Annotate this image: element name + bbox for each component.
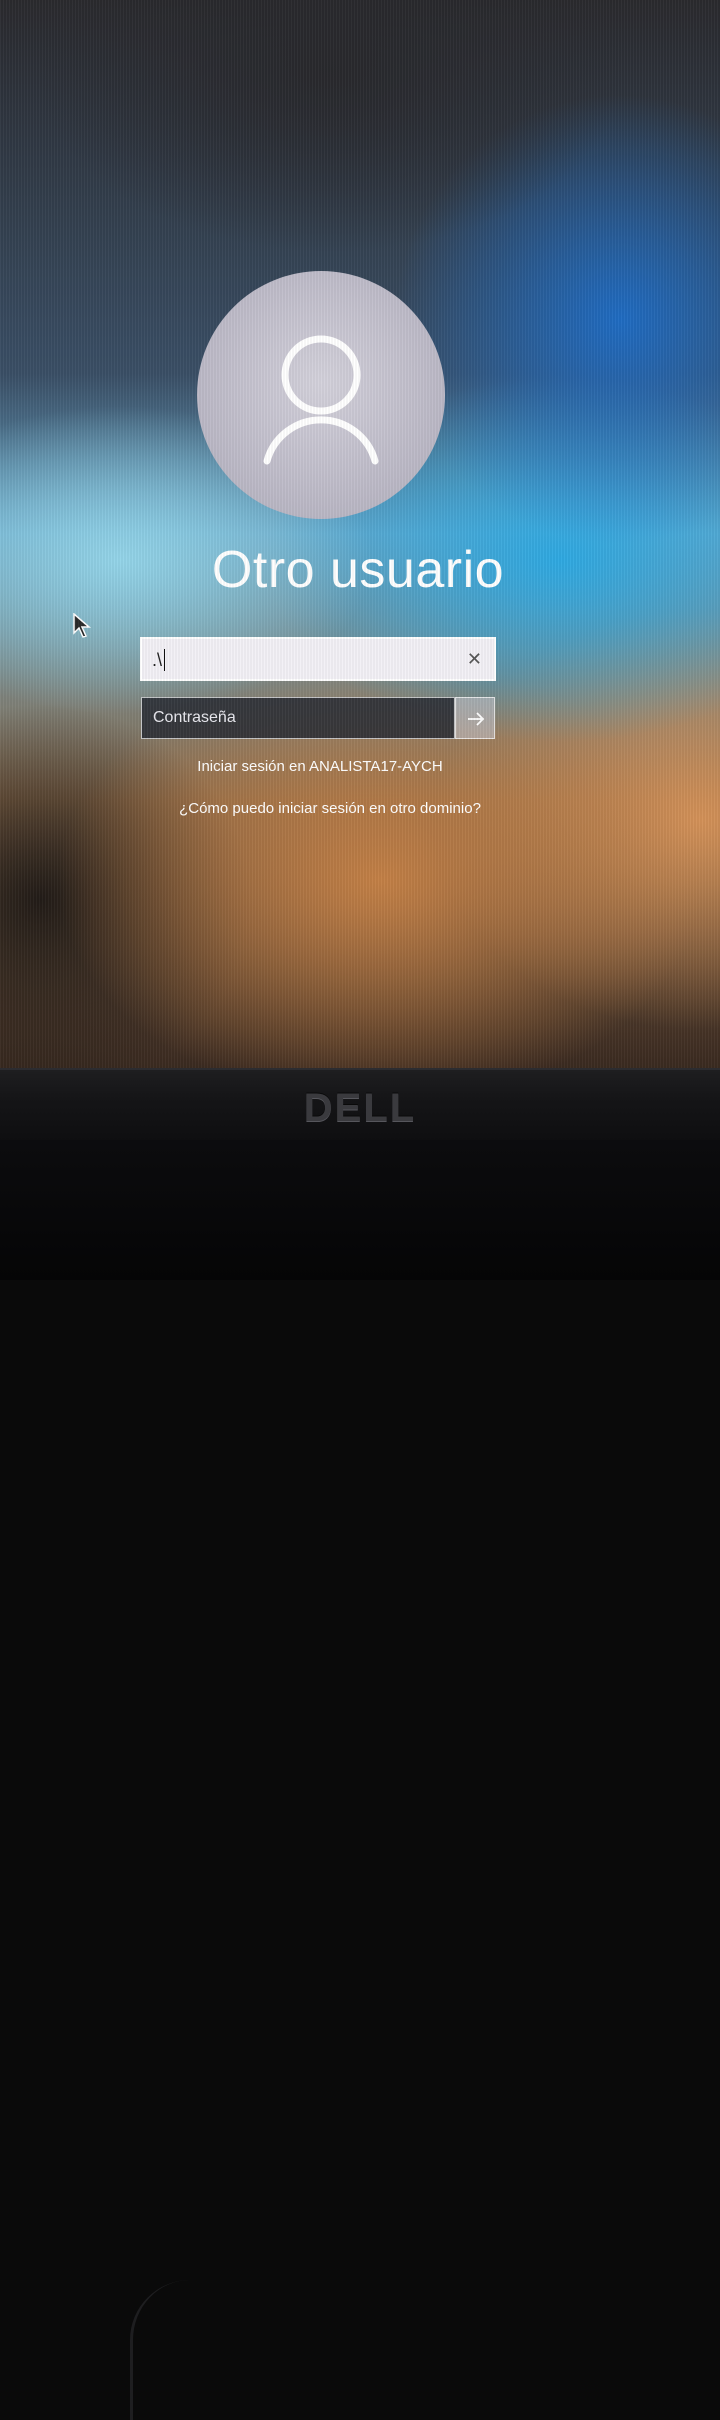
login-screen: Otro usuario .\ ✕ Contraseña Iniciar ses… xyxy=(0,0,720,1068)
password-input[interactable]: Contraseña xyxy=(141,697,455,739)
cable xyxy=(130,2280,253,2420)
username-value: .\ xyxy=(152,650,163,670)
dell-logo: DELL xyxy=(303,1086,417,1130)
arrow-right-icon xyxy=(468,712,485,726)
username-input[interactable]: .\ ✕ xyxy=(140,637,496,681)
user-silhouette-icon xyxy=(263,335,379,465)
user-avatar xyxy=(197,271,445,519)
text-caret xyxy=(164,649,165,671)
mouse-pointer-icon xyxy=(73,613,91,638)
monitor-stand-area xyxy=(0,1140,720,2420)
sign-in-target-text: Iniciar sesión en ANALISTA17-AYCH xyxy=(197,758,443,775)
close-icon[interactable]: ✕ xyxy=(467,649,482,670)
other-domain-link[interactable]: ¿Cómo puedo iniciar sesión en otro domin… xyxy=(160,798,500,819)
submit-button[interactable] xyxy=(455,697,495,739)
user-name-title: Otro usuario xyxy=(211,541,505,599)
password-placeholder: Contraseña xyxy=(153,709,236,726)
